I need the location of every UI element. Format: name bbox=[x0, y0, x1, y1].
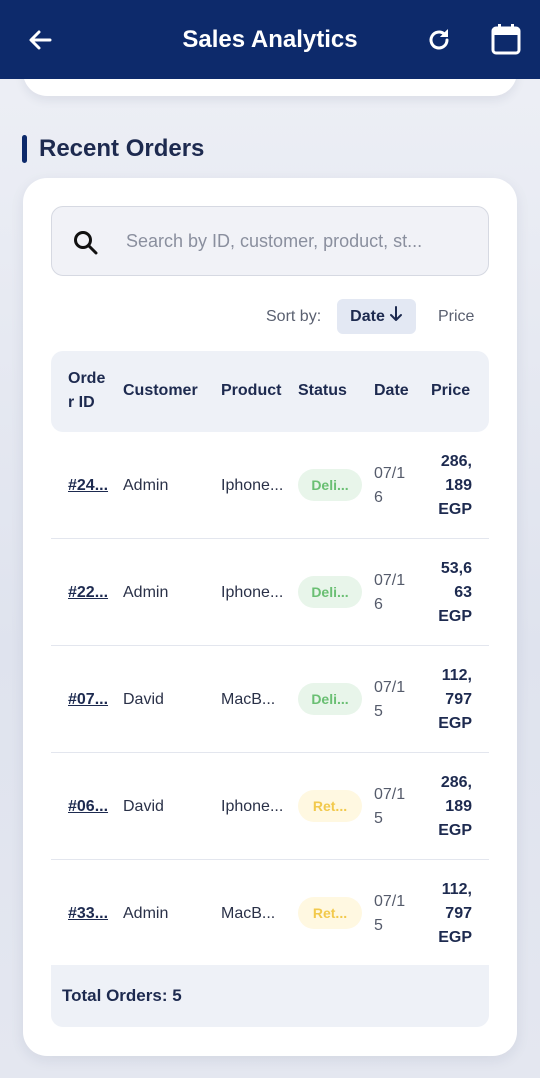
order-id-link[interactable]: #06... bbox=[68, 795, 112, 819]
arrow-left-icon[interactable] bbox=[24, 24, 56, 56]
product-cell: MacB... bbox=[221, 905, 276, 922]
total-orders: Total Orders: 5 bbox=[62, 986, 182, 1005]
search-input[interactable]: Search by ID, customer, product, st... bbox=[51, 206, 489, 276]
table-row[interactable]: #33... Admin MacB... Ret... 07/1 5 112, … bbox=[51, 860, 489, 967]
status-badge: Ret... bbox=[298, 897, 362, 929]
orders-card: Search by ID, customer, product, st... S… bbox=[23, 178, 517, 1056]
sort-label: Sort by: bbox=[266, 308, 322, 325]
date-cell: 07/1 5 bbox=[374, 786, 406, 827]
product-cell: Iphone... bbox=[221, 798, 284, 815]
status-badge: Ret... bbox=[298, 790, 362, 822]
header-price[interactable]: Price bbox=[431, 379, 470, 403]
customer-cell: David bbox=[123, 798, 164, 815]
price-cell: 112, 797 EGP bbox=[438, 667, 472, 732]
order-id-link[interactable]: #33... bbox=[68, 902, 112, 926]
price-cell: 112, 797 EGP bbox=[438, 881, 472, 946]
table-footer: Total Orders: 5 bbox=[51, 965, 489, 1027]
sort-date-label: Date bbox=[350, 307, 385, 325]
status-badge: Deli... bbox=[298, 683, 362, 715]
table-row[interactable]: #24... Admin Iphone... Deli... 07/1 6 28… bbox=[51, 432, 489, 539]
table-row[interactable]: #06... David Iphone... Ret... 07/1 5 286… bbox=[51, 753, 489, 860]
calendar-icon[interactable] bbox=[489, 22, 523, 56]
table-header: Orde r ID Customer Product Status Date P… bbox=[51, 351, 489, 432]
date-cell: 07/1 5 bbox=[374, 893, 406, 934]
customer-cell: Admin bbox=[123, 584, 169, 601]
date-cell: 07/1 5 bbox=[374, 679, 406, 720]
product-cell: Iphone... bbox=[221, 584, 284, 601]
sort-bar: Sort by: Date Price bbox=[23, 299, 517, 335]
arrow-down-icon bbox=[389, 306, 403, 327]
price-cell: 53,6 63 EGP bbox=[438, 560, 472, 625]
sort-date-button[interactable]: Date bbox=[337, 299, 416, 334]
order-id-link[interactable]: #24... bbox=[68, 474, 112, 498]
customer-cell: Admin bbox=[123, 477, 169, 494]
header-product[interactable]: Product bbox=[221, 379, 281, 403]
section-title: Recent Orders bbox=[39, 135, 205, 162]
customer-cell: Admin bbox=[123, 905, 169, 922]
order-id-link[interactable]: #22... bbox=[68, 581, 112, 605]
date-cell: 07/1 6 bbox=[374, 572, 406, 613]
order-id-link[interactable]: #07... bbox=[68, 688, 112, 712]
sort-price-button[interactable]: Price bbox=[438, 299, 474, 335]
section-accent-bar bbox=[22, 135, 27, 163]
product-cell: MacB... bbox=[221, 691, 276, 708]
section-header: Recent Orders bbox=[22, 134, 204, 164]
search-placeholder: Search by ID, customer, product, st... bbox=[126, 231, 423, 251]
refresh-icon[interactable] bbox=[423, 24, 455, 56]
header-date[interactable]: Date bbox=[374, 379, 409, 403]
table-row[interactable]: #22... Admin Iphone... Deli... 07/1 6 53… bbox=[51, 539, 489, 646]
header-order-id[interactable]: Orde r ID bbox=[68, 367, 112, 415]
status-badge: Deli... bbox=[298, 576, 362, 608]
table-row[interactable]: #07... David MacB... Deli... 07/1 5 112,… bbox=[51, 646, 489, 753]
page-title: Sales Analytics bbox=[182, 26, 358, 53]
product-cell: Iphone... bbox=[221, 477, 284, 494]
header-status[interactable]: Status bbox=[298, 379, 347, 403]
app-bar: Sales Analytics bbox=[0, 0, 540, 79]
price-cell: 286, 189 EGP bbox=[438, 774, 472, 839]
customer-cell: David bbox=[123, 691, 164, 708]
price-cell: 286, 189 EGP bbox=[438, 453, 472, 518]
header-customer[interactable]: Customer bbox=[123, 379, 198, 403]
status-badge: Deli... bbox=[298, 469, 362, 501]
date-cell: 07/1 6 bbox=[374, 465, 406, 506]
search-icon bbox=[72, 229, 100, 257]
